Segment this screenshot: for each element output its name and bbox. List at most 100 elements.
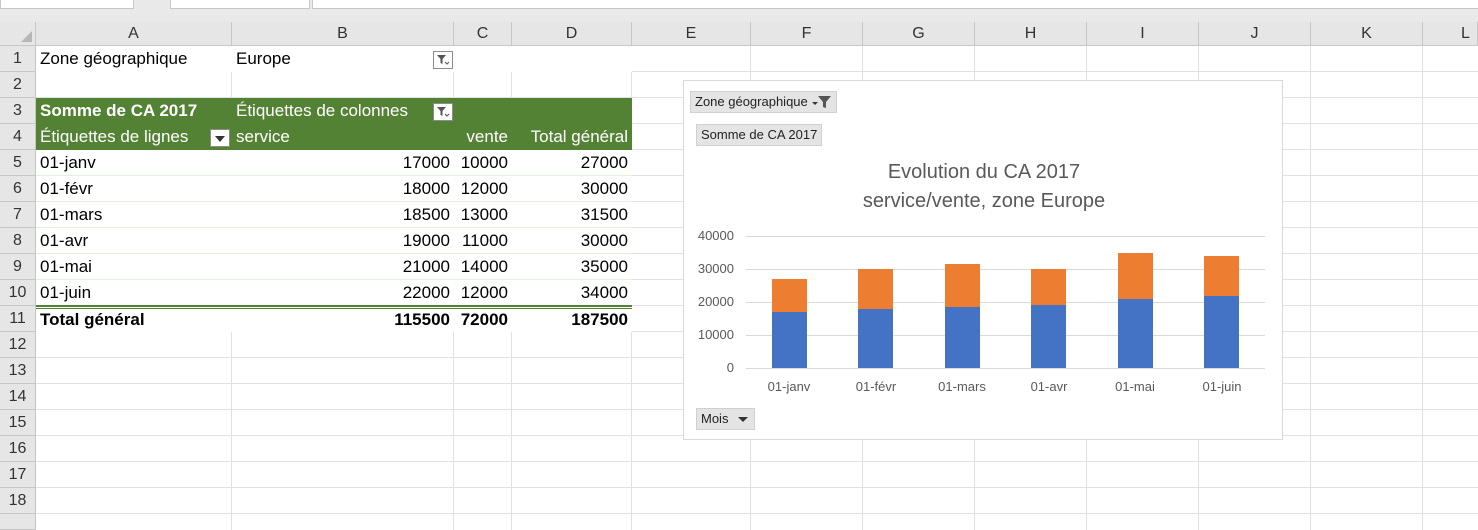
- bar-service[interactable]: [1118, 299, 1153, 368]
- row-label: 01-févr: [40, 179, 93, 198]
- row-header-16[interactable]: 16: [0, 436, 36, 462]
- value-total: 31500: [580, 205, 628, 224]
- row-header-4[interactable]: 4: [0, 124, 36, 150]
- column-header-g[interactable]: G: [863, 22, 975, 46]
- column-header-e[interactable]: E: [632, 22, 751, 46]
- x-tick-label: 01-févr: [855, 379, 897, 394]
- value-vente: 14000: [460, 257, 508, 276]
- chevron-down-icon: [738, 417, 749, 422]
- bar-service[interactable]: [772, 312, 807, 368]
- bar-service[interactable]: [858, 309, 893, 368]
- y-tick-label: 0: [726, 360, 734, 375]
- value-service: 18000: [402, 179, 450, 198]
- value-service: 18500: [402, 205, 450, 224]
- row-label: 01-avr: [40, 231, 89, 250]
- row-header-9[interactable]: 9: [0, 254, 36, 280]
- filter-value[interactable]: Europe: [232, 46, 432, 72]
- chart-value-field-button[interactable]: Somme de CA 2017: [696, 124, 823, 146]
- row-labels-field: Étiquettes de lignes: [40, 127, 189, 146]
- filter-icon[interactable]: [433, 51, 453, 69]
- column-header-d[interactable]: D: [512, 22, 632, 46]
- x-tick-label: 01-mai: [1115, 379, 1155, 394]
- x-tick-label: 01-avr: [1030, 379, 1068, 394]
- pivot-chart[interactable]: Zone géographique Somme de CA 2017 Evolu…: [683, 80, 1283, 440]
- bar-service[interactable]: [1204, 295, 1239, 368]
- row-header-12[interactable]: 12: [0, 332, 36, 358]
- grand-total-label: Total général: [40, 310, 145, 329]
- value-service: 19000: [402, 231, 450, 250]
- bar-service[interactable]: [1031, 305, 1066, 368]
- chart-filter-zone-button[interactable]: Zone géographique: [690, 91, 837, 113]
- chart-title: Evolution du CA 2017: [887, 161, 1081, 183]
- gridline: [746, 269, 1265, 270]
- grand-total-service: 115500: [394, 310, 450, 329]
- grand-total-total: 187500: [571, 310, 628, 329]
- value-total: 35000: [580, 257, 628, 276]
- column-header-j[interactable]: J: [1199, 22, 1311, 46]
- value-vente: 12000: [460, 179, 508, 198]
- gridline: [746, 335, 1265, 336]
- bar-vente[interactable]: [858, 269, 893, 309]
- column-header-c[interactable]: C: [454, 22, 512, 46]
- column-header-l[interactable]: L: [1423, 22, 1478, 46]
- bar-service[interactable]: [945, 307, 980, 368]
- row-header-15[interactable]: 15: [0, 410, 36, 436]
- row-header-19[interactable]: [0, 514, 36, 530]
- formula-buttons[interactable]: [170, 0, 310, 9]
- column-header-h[interactable]: H: [975, 22, 1087, 46]
- column-header-i[interactable]: I: [1087, 22, 1199, 46]
- formula-input[interactable]: [312, 0, 1478, 9]
- row-header-5[interactable]: 5: [0, 150, 36, 176]
- row-header-14[interactable]: 14: [0, 384, 36, 410]
- gridline: [746, 368, 1265, 369]
- x-tick-label: 01-janv: [767, 379, 811, 394]
- pivot-value-field: Somme de CA 2017: [40, 101, 198, 120]
- row-label: 01-juin: [40, 283, 92, 302]
- value-service: 17000: [402, 153, 450, 172]
- bar-vente[interactable]: [1031, 269, 1066, 305]
- gridline: [746, 236, 1265, 237]
- row-label: 01-mai: [40, 257, 92, 276]
- chart-axis-field-button[interactable]: Mois: [696, 408, 756, 430]
- bar-vente[interactable]: [945, 264, 980, 307]
- value-service: 22000: [402, 283, 450, 302]
- filter-label: Zone géographique: [40, 49, 188, 68]
- value-vente: 13000: [460, 205, 508, 224]
- col-header-total: Total général: [530, 127, 628, 146]
- y-tick-label: 10000: [697, 327, 734, 342]
- row-header-3[interactable]: 3: [0, 98, 36, 124]
- chart-subtitle: service/vente, zone Europe: [862, 190, 1106, 212]
- row-header-10[interactable]: 10: [0, 280, 36, 306]
- row-label: 01-mars: [40, 205, 103, 224]
- column-filter-icon[interactable]: [433, 103, 453, 121]
- row-labels-dropdown-icon[interactable]: [210, 129, 230, 147]
- col-header-service: service: [236, 127, 290, 146]
- value-total: 34000: [580, 283, 628, 302]
- row-header-13[interactable]: 13: [0, 358, 36, 384]
- value-service: 21000: [402, 257, 450, 276]
- column-header-k[interactable]: K: [1311, 22, 1423, 46]
- row-header-1[interactable]: 1: [0, 46, 36, 72]
- x-tick-label: 01-mars: [938, 379, 986, 394]
- bar-vente[interactable]: [1204, 256, 1239, 296]
- row-header-2[interactable]: 2: [0, 72, 36, 98]
- row-header-6[interactable]: 6: [0, 176, 36, 202]
- column-labels-field: Étiquettes de colonnes: [236, 101, 409, 120]
- y-tick-label: 20000: [697, 294, 734, 309]
- row-header-8[interactable]: 8: [0, 228, 36, 254]
- row-header-18[interactable]: 18: [0, 488, 36, 514]
- row-header-11[interactable]: 11: [0, 306, 36, 332]
- name-box[interactable]: [0, 0, 134, 9]
- row-label: 01-janv: [40, 153, 96, 172]
- bar-vente[interactable]: [772, 279, 807, 312]
- col-header-vente: vente: [466, 127, 508, 146]
- row-header-7[interactable]: 7: [0, 202, 36, 228]
- bar-vente[interactable]: [1118, 253, 1153, 299]
- select-all-corner[interactable]: [0, 22, 36, 46]
- row-header-17[interactable]: 17: [0, 462, 36, 488]
- column-header-f[interactable]: F: [751, 22, 863, 46]
- column-header-a[interactable]: A: [36, 22, 232, 46]
- value-total: 30000: [580, 231, 628, 250]
- column-header-b[interactable]: B: [232, 22, 454, 46]
- value-vente: 10000: [460, 153, 508, 172]
